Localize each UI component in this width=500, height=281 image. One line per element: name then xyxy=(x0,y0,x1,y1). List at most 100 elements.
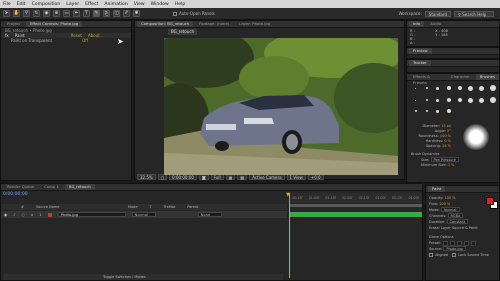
brush-preset-icon[interactable] xyxy=(489,97,496,103)
tab-brushes[interactable]: Brushes xyxy=(475,74,499,80)
foreground-color-swatch[interactable] xyxy=(486,197,494,205)
tab-comp-1[interactable]: Comp 1 xyxy=(40,184,63,190)
opacity-value[interactable]: 100 % xyxy=(445,196,456,200)
tab-info[interactable]: Info xyxy=(409,21,425,27)
brush-preset-icon[interactable] xyxy=(425,87,428,89)
brush-preset-icon[interactable] xyxy=(489,85,496,91)
layer-duration-bar[interactable] xyxy=(289,212,422,217)
brush-preset-icon[interactable] xyxy=(468,85,473,91)
brush-preset-icon[interactable] xyxy=(425,110,428,112)
clone-stamp-tool-icon[interactable]: ⎘ xyxy=(103,10,110,17)
toggle-switches-modes[interactable]: Toggle Switches / Modes xyxy=(3,274,283,280)
brush-preset-icon[interactable] xyxy=(436,109,439,113)
roundness-value[interactable]: 100 % xyxy=(440,134,451,138)
brush-preset-icon[interactable] xyxy=(436,98,439,102)
channels-select[interactable]: RGBA xyxy=(447,213,464,218)
hand-tool-icon[interactable]: ✋ xyxy=(13,10,20,17)
time-ruler[interactable]: 00:15f 01:00f 01:15f 02:00f 02:15f 03:00… xyxy=(289,193,422,203)
hardness-value[interactable]: 0 % xyxy=(444,139,451,143)
menu-help[interactable]: Help xyxy=(175,2,185,7)
menu-animation[interactable]: Animation xyxy=(104,2,127,7)
layer-mode-select[interactable]: Normal xyxy=(131,212,156,217)
audio-icon[interactable]: ♪ xyxy=(13,213,15,217)
menu-effect[interactable]: Effect xyxy=(85,2,98,7)
col-mode[interactable]: Mode xyxy=(128,205,138,209)
tab-effects-presets[interactable]: Effects & Presets xyxy=(409,74,445,85)
zoom-select[interactable]: 32.5% xyxy=(137,173,156,180)
brush-tool-icon[interactable]: ✎ xyxy=(93,10,100,17)
brush-preset-icon[interactable] xyxy=(457,98,462,102)
tab-project[interactable]: Project xyxy=(3,21,24,27)
reset-link[interactable]: Reset xyxy=(71,33,82,38)
pan-behind-tool-icon[interactable]: ⊕ xyxy=(53,10,60,17)
paint-on-transparent-value[interactable]: Off xyxy=(82,38,88,43)
clone-preset-1[interactable] xyxy=(443,240,449,246)
lock-source-checkbox[interactable]: Lock Source Time xyxy=(452,252,489,258)
solo-icon[interactable]: ○ xyxy=(22,213,25,217)
workspace-select[interactable]: Standard xyxy=(424,10,451,17)
brush-preset-icon[interactable] xyxy=(415,87,416,89)
comp-breadcrumb[interactable]: BG_retouch xyxy=(168,29,198,35)
clone-preset-3[interactable] xyxy=(457,240,463,246)
playhead-handle-icon[interactable]: ▼ xyxy=(286,193,293,198)
brush-preset-icon[interactable] xyxy=(446,98,451,102)
layer-row[interactable]: ◉ ♪ ○ ▫ 1 Photo.jpg Normal None xyxy=(1,211,287,218)
col-source-name[interactable]: Source Name xyxy=(36,205,116,209)
tab-footage[interactable]: Footage: (none) xyxy=(195,21,233,27)
work-area-bar[interactable] xyxy=(289,204,422,207)
col-parent[interactable]: Parent xyxy=(187,205,198,209)
tab-character[interactable]: Character xyxy=(447,74,474,80)
layer-name[interactable]: Photo.jpg xyxy=(57,212,126,217)
menu-window[interactable]: Window xyxy=(151,2,169,7)
diameter-value[interactable]: 15 px xyxy=(441,124,451,128)
camera-tool-icon[interactable]: ◉ xyxy=(43,10,50,17)
brush-preset-icon[interactable] xyxy=(468,97,473,103)
menu-composition[interactable]: Composition xyxy=(32,2,61,7)
puppet-tool-icon[interactable]: ✱ xyxy=(133,10,140,17)
angle-value[interactable]: 0° xyxy=(447,129,451,133)
tab-render-queue[interactable]: Render Queue xyxy=(3,184,38,190)
source-select[interactable]: Photo.jpg xyxy=(443,246,466,251)
aligned-checkbox[interactable]: Aligned xyxy=(429,252,448,258)
color-swatches[interactable] xyxy=(486,197,498,209)
clone-preset-4[interactable] xyxy=(464,240,470,246)
lock-icon[interactable]: ▫ xyxy=(31,213,34,217)
menu-file[interactable]: File xyxy=(3,2,11,7)
menu-edit[interactable]: Edit xyxy=(17,2,26,7)
clone-preset-5[interactable] xyxy=(471,240,477,246)
roto-brush-tool-icon[interactable]: ✐ xyxy=(123,10,130,17)
composition-photo[interactable] xyxy=(164,38,398,175)
timeline-timecode[interactable]: 0:00:00:00 xyxy=(3,192,28,197)
brush-preset-icon[interactable] xyxy=(446,109,451,113)
tab-composition[interactable]: Composition: BG_retouch xyxy=(137,21,194,27)
eraser-tool-icon[interactable]: ◫ xyxy=(113,10,120,17)
tab-audio[interactable]: Audio xyxy=(426,21,445,27)
visibility-eye-icon[interactable]: ◉ xyxy=(4,213,7,217)
min-size-value[interactable]: 1 % xyxy=(448,163,455,167)
about-link[interactable]: About... xyxy=(88,33,104,38)
zoom-tool-icon[interactable]: ⚲ xyxy=(23,10,30,17)
tab-bg-retouch[interactable]: BG_retouch xyxy=(64,184,95,190)
mode-select[interactable]: Normal xyxy=(440,207,460,212)
menu-layer[interactable]: Layer xyxy=(66,2,79,7)
size-select[interactable]: Pen Pressure xyxy=(430,157,459,162)
erase-value[interactable]: Layer Source & Paint xyxy=(441,226,478,230)
selection-tool-icon[interactable]: ➤ xyxy=(3,10,10,17)
tab-preview[interactable]: Preview xyxy=(409,48,432,54)
clone-preset-2[interactable] xyxy=(450,240,456,246)
tab-layer[interactable]: Layer: Photo.jpg xyxy=(235,21,274,27)
layer-label-color[interactable] xyxy=(47,212,52,217)
pen-tool-icon[interactable]: ✒ xyxy=(73,10,80,17)
brush-preset-icon[interactable] xyxy=(446,86,451,90)
auto-open-checkbox[interactable]: Auto-Open Panels xyxy=(173,11,215,16)
brush-preset-icon[interactable] xyxy=(436,86,439,90)
layer-parent-select[interactable]: None xyxy=(197,212,222,217)
brush-preset-icon[interactable] xyxy=(457,86,462,90)
tab-effect-controls[interactable]: Effect Controls: Photo.jpg xyxy=(26,21,83,27)
playhead[interactable] xyxy=(289,193,290,278)
rotate-tool-icon[interactable]: ↻ xyxy=(33,10,40,17)
duration-select[interactable]: Constant xyxy=(446,219,469,224)
tab-paint[interactable]: Paint xyxy=(428,186,446,192)
spacing-value[interactable]: 25 % xyxy=(442,144,451,148)
brush-preset-icon[interactable] xyxy=(425,99,428,101)
